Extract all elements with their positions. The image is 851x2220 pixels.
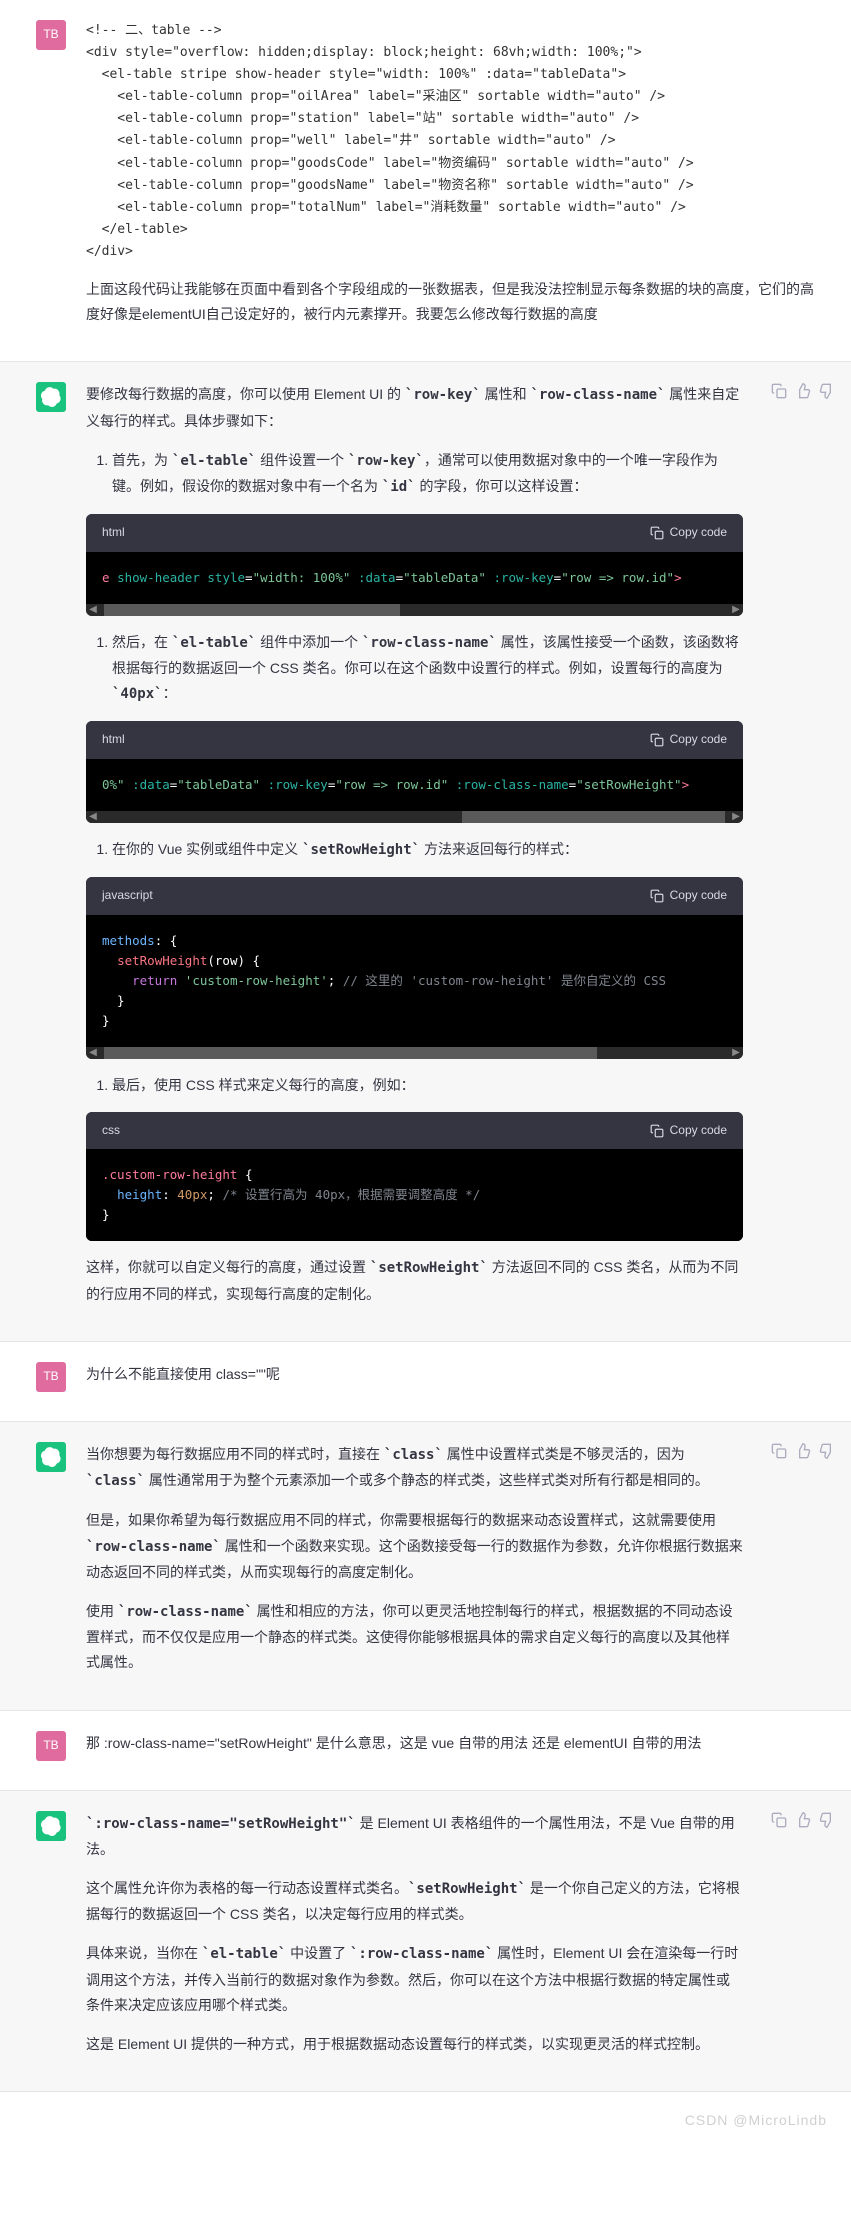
user-question: 上面这段代码让我能够在页面中看到各个字段组成的一张数据表，但是我没法控制显示每条… [86,277,815,327]
code-content[interactable]: methods: { setRowHeight(row) { return 'c… [86,915,743,1047]
ordered-list: 在你的 Vue 实例或组件中定义 `setRowHeight` 方法来返回每行的… [86,837,743,863]
horizontal-scrollbar[interactable]: ◀▶ [86,1047,743,1059]
user-avatar: TB [36,1731,66,1761]
assistant-avatar [36,1811,66,1841]
scroll-left-icon[interactable]: ◀ [86,1047,100,1059]
copy-code-button[interactable]: Copy code [650,885,727,907]
code-block: css Copy code .custom-row-height { heigh… [86,1112,743,1242]
user-avatar: TB [36,1362,66,1392]
paragraph: 具体来说，当你在 `el-table` 中设置了 `:row-class-nam… [86,1941,743,2018]
code-content[interactable]: 0%" :data="tableData" :row-key="row => r… [86,759,743,811]
message-actions [771,1811,835,2072]
ordered-list: 然后，在 `el-table` 组件中添加一个 `row-class-name`… [86,630,743,708]
ordered-list: 最后，使用 CSS 样式来定义每行的高度，例如： [86,1073,743,1098]
code-content[interactable]: .custom-row-height { height: 40px; /* 设置… [86,1149,743,1241]
thumbs-down-icon[interactable] [819,382,835,1320]
paragraph: `:row-class-name="setRowHeight"` 是 Eleme… [86,1811,743,1862]
thumbs-up-icon[interactable] [795,1442,811,1690]
message-actions [771,382,835,1320]
copy-code-button[interactable]: Copy code [650,729,727,751]
user-code-block: <!-- 二、table --> <div style="overflow: h… [86,20,815,263]
thumbs-down-icon[interactable] [819,1811,835,2072]
list-item: 首先，为 `el-table` 组件设置一个 `row-key`，通常可以使用数… [112,448,743,500]
list-item: 在你的 Vue 实例或组件中定义 `setRowHeight` 方法来返回每行的… [112,837,743,863]
horizontal-scrollbar[interactable]: ◀▶ [86,604,743,616]
code-lang-label: javascript [102,885,153,907]
watermark: CSDN @MicroLindb [0,2092,851,2149]
user-avatar: TB [36,20,66,50]
paragraph: 但是，如果你希望为每行数据应用不同的样式，你需要根据每行的数据来动态设置样式，这… [86,1508,743,1585]
scroll-left-icon[interactable]: ◀ [86,811,100,823]
user-message: TB 为什么不能直接使用 class=""呢 [0,1342,851,1421]
thumbs-up-icon[interactable] [795,1811,811,2072]
paragraph: 当你想要为每行数据应用不同的样式时，直接在 `class` 属性中设置样式类是不… [86,1442,743,1494]
user-message: TB <!-- 二、table --> <div style="overflow… [0,0,851,361]
code-block: html Copy code 0%" :data="tableData" :ro… [86,721,743,823]
code-block: html Copy code e show-header style="widt… [86,514,743,616]
copy-icon[interactable] [771,382,787,1320]
inline-code: `row-class-name` [531,387,666,403]
paragraph: 这是 Element UI 提供的一种方式，用于根据数据动态设置每行的样式类，以… [86,2032,743,2057]
message-actions [771,1442,835,1690]
assistant-message: 要修改每行数据的高度，你可以使用 Element UI 的 `row-key` … [0,361,851,1341]
copy-icon[interactable] [771,1811,787,2072]
user-question: 为什么不能直接使用 class=""呢 [86,1362,815,1387]
code-lang-label: html [102,522,125,544]
assistant-message: 当你想要为每行数据应用不同的样式时，直接在 `class` 属性中设置样式类是不… [0,1421,851,1711]
paragraph: 使用 `row-class-name` 属性和相应的方法，你可以更灵活地控制每行… [86,1599,743,1676]
inline-code: `row-key` [405,387,481,403]
assistant-avatar [36,382,66,412]
user-message: TB 那 :row-class-name="setRowHeight" 是什么意… [0,1711,851,1790]
copy-icon[interactable] [771,1442,787,1690]
horizontal-scrollbar[interactable]: ◀▶ [86,811,743,823]
assistant-avatar [36,1442,66,1472]
scroll-right-icon[interactable]: ▶ [729,604,743,616]
paragraph: 这样，你就可以自定义每行的高度，通过设置 `setRowHeight` 方法返回… [86,1255,743,1306]
scroll-right-icon[interactable]: ▶ [729,811,743,823]
thumbs-up-icon[interactable] [795,382,811,1320]
ordered-list: 首先，为 `el-table` 组件设置一个 `row-key`，通常可以使用数… [86,448,743,500]
code-content[interactable]: e show-header style="width: 100%" :data=… [86,552,743,604]
copy-code-button[interactable]: Copy code [650,1120,727,1142]
copy-code-button[interactable]: Copy code [650,522,727,544]
code-lang-label: html [102,729,125,751]
scroll-left-icon[interactable]: ◀ [86,604,100,616]
code-block: javascript Copy code methods: { setRowHe… [86,877,743,1059]
list-item: 最后，使用 CSS 样式来定义每行的高度，例如： [112,1073,743,1098]
scroll-right-icon[interactable]: ▶ [729,1047,743,1059]
paragraph: 要修改每行数据的高度，你可以使用 Element UI 的 `row-key` … [86,382,743,433]
paragraph: 这个属性允许你为表格的每一行动态设置样式类名。`setRowHeight` 是一… [86,1876,743,1927]
code-lang-label: css [102,1120,120,1142]
list-item: 然后，在 `el-table` 组件中添加一个 `row-class-name`… [112,630,743,708]
assistant-message: `:row-class-name="setRowHeight"` 是 Eleme… [0,1790,851,2093]
thumbs-down-icon[interactable] [819,1442,835,1690]
user-question: 那 :row-class-name="setRowHeight" 是什么意思，这… [86,1731,815,1756]
